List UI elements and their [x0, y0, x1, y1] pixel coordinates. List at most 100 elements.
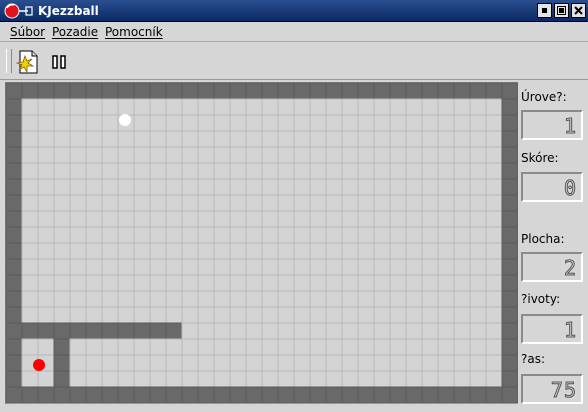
empty-tile — [245, 178, 263, 196]
kjezzball-app-icon[interactable] — [4, 3, 34, 19]
wall-tile — [181, 83, 199, 100]
empty-tile — [101, 242, 119, 260]
empty-tile — [245, 114, 263, 132]
empty-tile — [133, 338, 151, 356]
empty-tile — [373, 338, 391, 356]
score-value: 0 — [563, 176, 577, 200]
game-field[interactable] — [5, 82, 518, 404]
empty-tile — [149, 162, 167, 180]
empty-tile — [325, 162, 343, 180]
empty-tile — [229, 210, 247, 228]
empty-tile — [405, 98, 423, 116]
empty-tile — [453, 194, 471, 212]
menu-help[interactable]: Pomocník — [105, 24, 163, 40]
empty-tile — [101, 338, 119, 356]
empty-tile — [213, 322, 231, 340]
empty-tile — [421, 146, 439, 164]
empty-tile — [37, 258, 55, 276]
empty-tile — [197, 354, 215, 372]
empty-tile — [133, 178, 151, 196]
empty-tile — [165, 194, 183, 212]
empty-tile — [437, 162, 455, 180]
empty-tile — [149, 306, 167, 324]
empty-tile — [373, 274, 391, 292]
empty-tile — [405, 210, 423, 228]
wall-tile — [501, 258, 518, 276]
empty-tile — [181, 274, 199, 292]
empty-tile — [53, 146, 71, 164]
empty-tile — [149, 194, 167, 212]
empty-tile — [245, 98, 263, 116]
maximize-button[interactable] — [554, 3, 569, 18]
empty-tile — [133, 258, 151, 276]
empty-tile — [213, 258, 231, 276]
empty-tile — [197, 306, 215, 324]
wall-tile — [229, 386, 247, 404]
empty-tile — [421, 290, 439, 308]
empty-tile — [453, 146, 471, 164]
close-button[interactable] — [571, 3, 586, 18]
empty-tile — [405, 354, 423, 372]
wall-tile — [501, 83, 518, 100]
empty-tile — [309, 338, 327, 356]
wall-tile — [165, 322, 183, 340]
empty-tile — [85, 258, 103, 276]
empty-tile — [309, 242, 327, 260]
empty-tile — [309, 354, 327, 372]
empty-tile — [405, 370, 423, 388]
wall-tile — [85, 322, 103, 340]
wall-tile — [389, 386, 407, 404]
wall-tile — [501, 194, 518, 212]
empty-tile — [437, 290, 455, 308]
empty-tile — [85, 370, 103, 388]
wall-tile — [6, 98, 23, 116]
empty-tile — [485, 178, 503, 196]
new-game-button[interactable] — [14, 49, 42, 75]
empty-tile — [149, 354, 167, 372]
pause-button[interactable] — [48, 49, 70, 75]
empty-tile — [21, 226, 39, 244]
empty-tile — [69, 98, 87, 116]
empty-tile — [485, 114, 503, 132]
empty-tile — [245, 370, 263, 388]
empty-tile — [485, 210, 503, 228]
empty-tile — [37, 130, 55, 148]
empty-tile — [357, 322, 375, 340]
wall-tile — [229, 83, 247, 100]
empty-tile — [277, 162, 295, 180]
empty-tile — [341, 274, 359, 292]
empty-tile — [309, 98, 327, 116]
empty-tile — [101, 178, 119, 196]
empty-tile — [437, 338, 455, 356]
empty-tile — [341, 178, 359, 196]
menu-file[interactable]: Súbor — [10, 24, 45, 40]
empty-tile — [101, 98, 119, 116]
empty-tile — [485, 258, 503, 276]
empty-tile — [341, 194, 359, 212]
empty-tile — [101, 274, 119, 292]
empty-tile — [389, 178, 407, 196]
empty-tile — [373, 290, 391, 308]
menu-background[interactable]: Pozadie — [52, 24, 98, 40]
empty-tile — [85, 354, 103, 372]
wall-tile — [197, 386, 215, 404]
empty-tile — [357, 338, 375, 356]
empty-tile — [437, 242, 455, 260]
game-board[interactable] — [6, 83, 518, 404]
wall-tile — [6, 210, 23, 228]
empty-tile — [133, 130, 151, 148]
empty-tile — [149, 226, 167, 244]
toolbar-drag-handle[interactable] — [6, 49, 12, 73]
empty-tile — [309, 210, 327, 228]
empty-tile — [341, 114, 359, 132]
empty-tile — [293, 242, 311, 260]
empty-tile — [357, 354, 375, 372]
empty-tile — [213, 130, 231, 148]
minimize-button[interactable] — [537, 3, 552, 18]
empty-tile — [357, 370, 375, 388]
empty-tile — [453, 274, 471, 292]
empty-tile — [101, 162, 119, 180]
empty-tile — [373, 146, 391, 164]
empty-tile — [405, 194, 423, 212]
empty-tile — [341, 370, 359, 388]
